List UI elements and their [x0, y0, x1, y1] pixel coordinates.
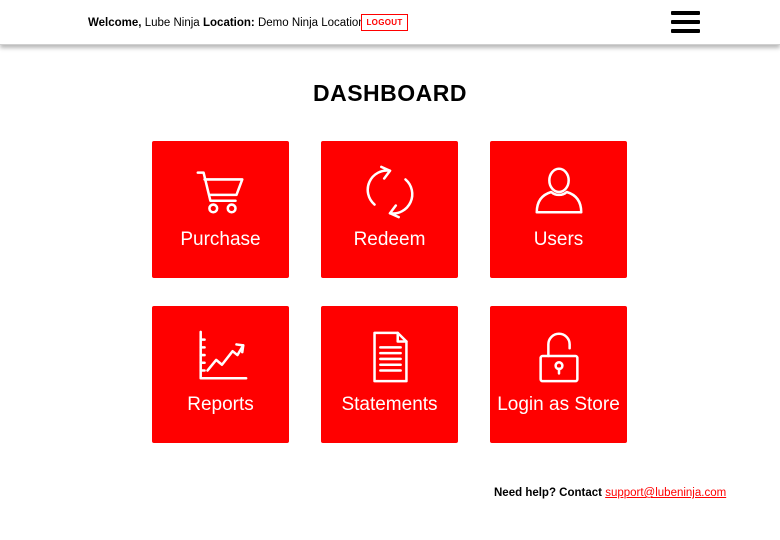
reports-tile[interactable]: Reports [152, 306, 289, 443]
support-email-link[interactable]: support@lubeninja.com [605, 487, 726, 499]
tile-label: Statements [341, 394, 438, 415]
user-name: Lube Ninja [144, 17, 200, 29]
chart-icon [152, 328, 289, 386]
tile-label: Login as Store [497, 394, 620, 415]
tile-label: Purchase [180, 229, 261, 250]
document-icon [321, 328, 458, 386]
users-tile[interactable]: Users [490, 141, 627, 278]
tile-label: Users [533, 229, 584, 250]
welcome-label: Welcome, [88, 17, 142, 29]
cart-icon [152, 163, 289, 221]
help-label: Need help? Contact [494, 487, 602, 499]
unlock-icon [490, 328, 627, 386]
location-text: Location: Demo Ninja Location [203, 16, 365, 30]
redeem-tile[interactable]: Redeem [321, 141, 458, 278]
hamburger-menu-icon[interactable] [671, 11, 700, 33]
logout-button[interactable]: LOGOUT [361, 14, 408, 31]
login-as-store-tile[interactable]: Login as Store [490, 306, 627, 443]
user-icon [490, 163, 627, 221]
statements-tile[interactable]: Statements [321, 306, 458, 443]
refresh-icon [321, 163, 458, 221]
location-name: Demo Ninja Location [257, 17, 365, 29]
tile-label: Redeem [353, 229, 426, 250]
page-title: DASHBOARD [313, 80, 467, 106]
tile-label: Reports [187, 394, 254, 415]
purchase-tile[interactable]: Purchase [152, 141, 289, 278]
location-label: Location: [203, 17, 255, 29]
help-text: Need help? Contact support@lubeninja.com [494, 487, 726, 499]
welcome-text: Welcome, Lube Ninja [88, 16, 200, 30]
top-bar: Welcome, Lube Ninja Location: Demo Ninja… [0, 0, 780, 45]
